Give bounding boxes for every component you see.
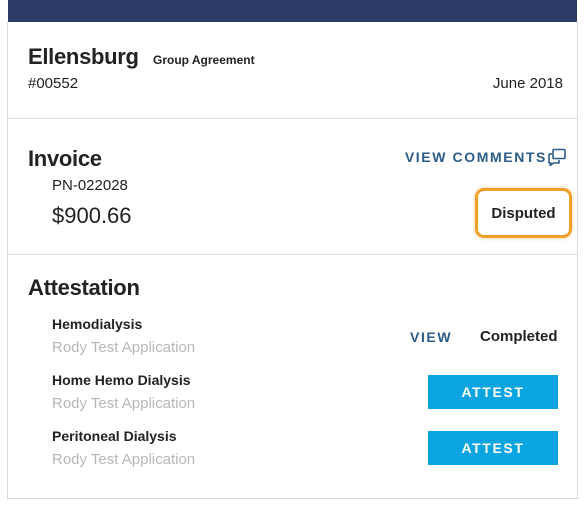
group-id: #00552 bbox=[28, 75, 79, 92]
view-comments-link[interactable]: VIEW COMMENTS bbox=[405, 149, 547, 165]
attestation-view-link[interactable]: VIEW bbox=[410, 329, 452, 345]
attestation-card: Attestation Hemodialysis Rody Test Appli… bbox=[7, 254, 578, 499]
attest-button[interactable]: ATTEST bbox=[428, 375, 558, 409]
attestation-item-name: Home Hemo Dialysis bbox=[52, 372, 191, 388]
attestation-item-application: Rody Test Application bbox=[52, 451, 196, 468]
group-type: Group Agreement bbox=[153, 53, 255, 67]
attestation-item-name: Peritoneal Dialysis bbox=[52, 428, 177, 444]
attestation-item-application: Rody Test Application bbox=[52, 395, 196, 412]
group-date: June 2018 bbox=[492, 75, 563, 92]
invoice-number: PN-022028 bbox=[52, 177, 128, 194]
invoice-amount: $900.66 bbox=[52, 203, 132, 228]
top-bar bbox=[8, 0, 577, 22]
invoice-card: Invoice VIEW COMMENTS PN-022028 $900.66 … bbox=[7, 118, 578, 255]
attestation-title: Attestation bbox=[28, 275, 140, 300]
invoice-status-badge: Disputed bbox=[475, 188, 572, 238]
comments-icon[interactable] bbox=[547, 148, 567, 167]
attestation-item-name: Hemodialysis bbox=[52, 316, 143, 332]
attestation-status: Completed bbox=[480, 328, 558, 345]
group-name: Ellensburg bbox=[28, 44, 139, 69]
attest-button[interactable]: ATTEST bbox=[428, 431, 558, 465]
invoice-title: Invoice bbox=[28, 146, 102, 171]
attestation-item-application: Rody Test Application bbox=[52, 339, 196, 356]
group-header-card: Ellensburg Group Agreement #00552 June 2… bbox=[7, 22, 578, 119]
